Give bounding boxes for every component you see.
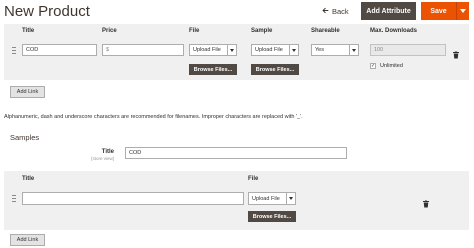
- drag-handle-icon[interactable]: [12, 195, 16, 202]
- column-max-downloads: Max. Downloads: [370, 28, 418, 34]
- shareable-select[interactable]: Yes: [311, 44, 359, 56]
- filename-note: Alphanumeric, dash and underscore charac…: [4, 114, 303, 120]
- chevron-down-icon: [352, 48, 356, 52]
- column-sample: Sample: [251, 28, 273, 34]
- unlimited-label: Unlimited: [380, 63, 403, 69]
- samples-column-file: File: [248, 176, 259, 182]
- sample-browse-files-button[interactable]: Browse Files...: [251, 64, 299, 75]
- add-sample-link-button[interactable]: Add Link: [10, 234, 45, 246]
- save-label: Save: [430, 7, 447, 15]
- unlimited-checkbox[interactable]: ✓: [370, 63, 376, 69]
- column-title: Title: [22, 28, 35, 34]
- back-label: Back: [332, 7, 349, 16]
- link-file-type-value: Upload File: [193, 47, 221, 53]
- sample-file-type-select[interactable]: Upload File: [251, 44, 299, 56]
- max-downloads-input[interactable]: 100: [370, 44, 446, 56]
- back-button[interactable]: Back: [322, 3, 354, 20]
- delete-sample-icon[interactable]: [423, 195, 429, 213]
- column-price: Price: [102, 28, 117, 34]
- sample-title-input[interactable]: [22, 192, 244, 205]
- sample-row-file-type-select[interactable]: Upload File: [248, 192, 296, 205]
- currency-prefix: $: [106, 47, 110, 53]
- samples-column-title: Title: [22, 176, 35, 182]
- link-title-input[interactable]: COD: [22, 44, 97, 56]
- save-button[interactable]: Save: [421, 2, 469, 20]
- chevron-down-icon: [292, 48, 296, 52]
- samples-title-input[interactable]: COD: [125, 147, 347, 159]
- column-shareable: Shareable: [311, 28, 340, 34]
- samples-section-title: Samples: [10, 133, 40, 142]
- link-browse-files-button[interactable]: Browse Files...: [189, 64, 237, 75]
- link-file-type-select[interactable]: Upload File: [189, 44, 237, 56]
- shareable-value: Yes: [315, 47, 324, 53]
- save-options-toggle[interactable]: [456, 2, 469, 20]
- chevron-down-icon: [289, 197, 293, 200]
- add-link-button[interactable]: Add Link: [10, 86, 45, 98]
- chevron-down-icon: [230, 48, 234, 52]
- sample-row-file-type-value: Upload File: [252, 195, 280, 202]
- sample-row-browse-files-button[interactable]: Browse Files...: [248, 211, 296, 222]
- link-price-input[interactable]: $: [102, 44, 184, 56]
- column-file: File: [189, 28, 200, 34]
- drag-handle-icon[interactable]: [12, 47, 16, 54]
- samples-title-label: Title: [101, 149, 114, 155]
- arrow-left-icon: [322, 7, 329, 16]
- scope-label: [store view]: [91, 156, 114, 161]
- add-attribute-button[interactable]: Add Attribute: [361, 2, 416, 20]
- page-title: New Product: [4, 3, 90, 20]
- chevron-down-icon: [460, 9, 466, 13]
- delete-link-icon[interactable]: [453, 46, 459, 64]
- sample-file-type-value: Upload File: [255, 47, 283, 53]
